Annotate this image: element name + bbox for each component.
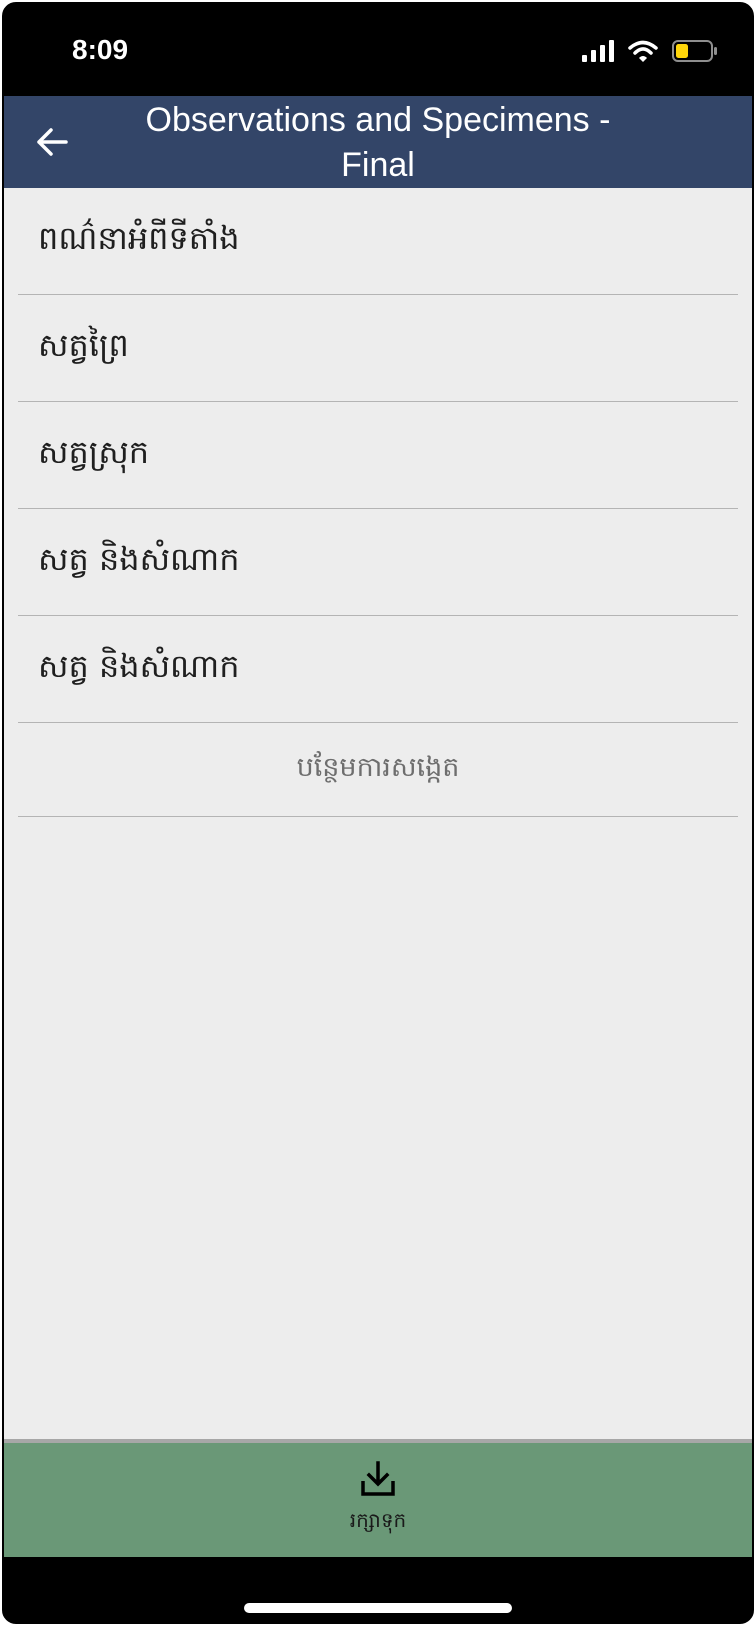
list-item-label: សត្វព្រៃ [38, 326, 129, 364]
battery-icon [672, 40, 717, 62]
phone-frame: 8:09 Observations and Specimens - Final … [2, 2, 754, 1624]
download-icon [361, 1461, 395, 1496]
status-icons [582, 40, 718, 62]
list-item-animals-and-specimens-2[interactable]: សត្វ និងសំណាក [18, 616, 738, 723]
status-time: 8:09 [72, 34, 129, 65]
list-item-label: សត្វ និងសំណាក [38, 647, 240, 685]
status-bar: 8:09 [4, 4, 752, 96]
list-item-wild-animals[interactable]: សត្វព្រៃ [18, 295, 738, 402]
back-button[interactable] [30, 120, 74, 164]
list-item-label: ពណ៌នាអំពីទីតាំង [38, 219, 240, 257]
observation-list: ពណ៌នាអំពីទីតាំង សត្វព្រៃ សត្វស្រុក សត្វ … [4, 188, 752, 1439]
home-area [4, 1557, 752, 1622]
home-indicator[interactable] [244, 1603, 512, 1613]
page-title: Observations and Specimens - Final [145, 101, 611, 184]
save-label: រក្សាទុក [349, 1508, 407, 1532]
arrow-left-icon [37, 128, 68, 156]
save-button[interactable]: រក្សាទុក [4, 1439, 752, 1557]
cellular-signal-icon [582, 40, 614, 62]
add-observation-label: បន្ថែមការសង្កេត [296, 752, 460, 783]
wifi-icon [628, 40, 658, 62]
list-item-label: សត្វ និងសំណាក [38, 540, 240, 578]
list-item-animals-and-specimens[interactable]: សត្វ និងសំណាក [18, 509, 738, 616]
add-observation-button[interactable]: បន្ថែមការសង្កេត [18, 725, 738, 817]
list-item-domestic-animals[interactable]: សត្វស្រុក [18, 402, 738, 509]
app-header: Observations and Specimens - Final [4, 96, 752, 188]
list-item-label: សត្វស្រុក [38, 433, 150, 471]
list-item-location-description[interactable]: ពណ៌នាអំពីទីតាំង [18, 188, 738, 295]
